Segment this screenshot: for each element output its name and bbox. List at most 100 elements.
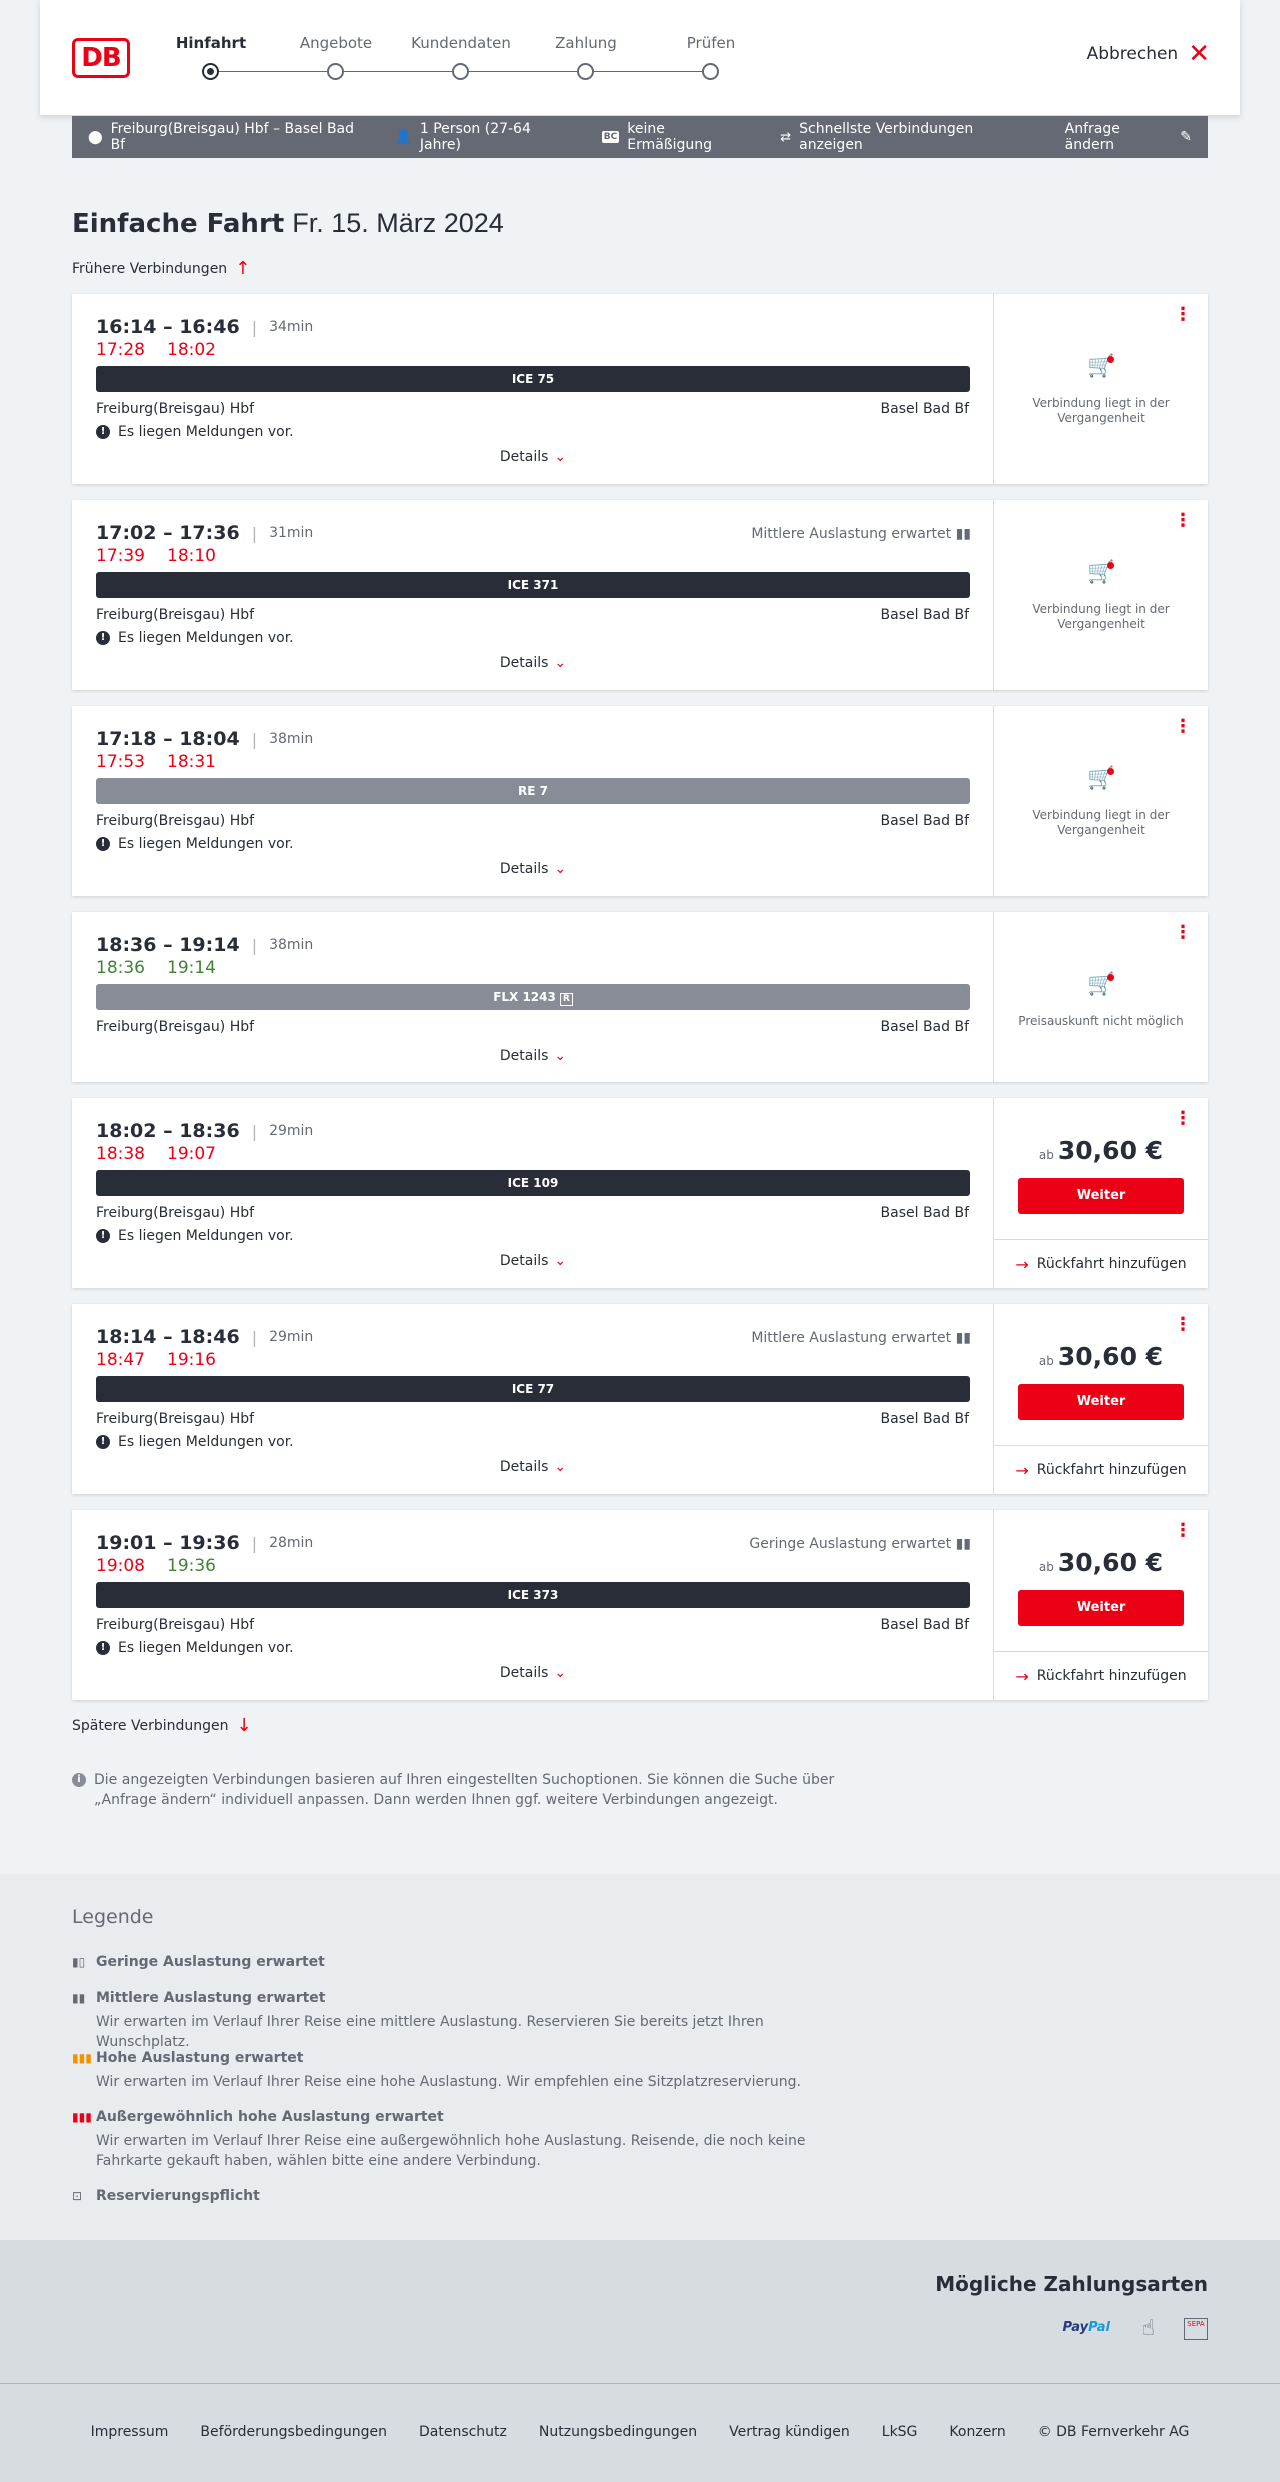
- add-return-trip-button[interactable]: → Rückfahrt hinzufügen: [994, 1445, 1208, 1494]
- very-high-load-icon: ▮▮▮: [72, 2110, 92, 2124]
- change-request-button[interactable]: Anfrage ändern ✎: [1065, 121, 1192, 153]
- medium-load-icon: ▮▮: [72, 1991, 86, 2005]
- realtime-arrival: 18:10: [167, 546, 216, 566]
- duration: 28min: [269, 1535, 314, 1551]
- footer-link[interactable]: Konzern: [949, 2424, 1005, 2440]
- connection-main: 19:01 – 19:36 | 28min 19:08 19:36 Geringe A…: [72, 1510, 994, 1700]
- footer-link[interactable]: LkSG: [882, 2424, 918, 2440]
- connection-main: 17:18 – 18:04 | 38min 17:53 18:31 RE 7 Frei…: [72, 706, 994, 896]
- footer-link[interactable]: Vertrag kündigen: [729, 2424, 850, 2440]
- train-bar[interactable]: ICE 373: [96, 1582, 970, 1608]
- location-pin-icon: ⬤: [88, 129, 103, 145]
- details-toggle[interactable]: Details ⌄: [72, 1253, 994, 1269]
- arrow-right-icon: →: [1015, 1666, 1029, 1686]
- connection-main: 18:14 – 18:46 | 29min 18:47 19:16 Mittlere …: [72, 1304, 994, 1494]
- connection-card[interactable]: 17:18 – 18:04 | 38min 17:53 18:31 RE 7 Frei…: [72, 706, 1208, 896]
- occupancy-indicator: Mittlere Auslastung erwartet ▮▮: [751, 526, 971, 542]
- header: DB Hinfahrt Angebote Kundendaten Zahlung…: [40, 0, 1240, 115]
- connection-times: 18:14 – 18:46 | 29min: [96, 1326, 314, 1348]
- step-zahlung: Zahlung: [555, 34, 617, 52]
- connection-card[interactable]: 18:36 – 19:14 | 38min 18:36 19:14 FLX 1243 R…: [72, 912, 1208, 1082]
- details-toggle[interactable]: Details ⌄: [72, 861, 994, 877]
- chevron-down-icon: ⌄: [554, 1253, 567, 1269]
- legend-item-low: ▮▯ Geringe Auslastung erwartet: [72, 1954, 852, 1970]
- connection-card[interactable]: 16:14 – 16:46 | 34min 17:28 18:02 ICE 75 Fr…: [72, 294, 1208, 484]
- arrival-station: Basel Bad Bf: [880, 1411, 969, 1427]
- details-toggle[interactable]: Details ⌄: [72, 655, 994, 671]
- cart-disabled-icon: 🛒: [1086, 766, 1116, 796]
- train-bar[interactable]: ICE 75: [96, 366, 970, 392]
- train-bar[interactable]: FLX 1243 R: [96, 984, 970, 1010]
- connection-card[interactable]: 19:01 – 19:36 | 28min 19:08 19:36 Geringe A…: [72, 1510, 1208, 1700]
- arrival-station: Basel Bad Bf: [880, 607, 969, 623]
- realtime-arrival: 19:07: [167, 1144, 216, 1164]
- arrival-station: Basel Bad Bf: [880, 1205, 969, 1221]
- step-dot-hinfahrt: [202, 63, 219, 80]
- price: ab 30,60 €: [1038, 1548, 1164, 1577]
- sepa-icon: SEPA: [1184, 2318, 1208, 2340]
- warning-icon: !: [96, 1641, 110, 1655]
- footer-link[interactable]: Nutzungsbedingungen: [539, 2424, 697, 2440]
- details-toggle[interactable]: Details ⌄: [72, 1459, 994, 1475]
- occupancy-indicator: Geringe Auslastung erwartet ▮▮: [749, 1536, 971, 1552]
- duration: 38min: [269, 937, 314, 953]
- legend-item-desc: Wir erwarten im Verlauf Ihrer Reise eine…: [96, 2133, 806, 2169]
- train-bar[interactable]: RE 7: [96, 778, 970, 804]
- duration: 31min: [269, 525, 314, 541]
- unavailable-text: Preisauskunft nicht möglich: [1018, 1014, 1184, 1028]
- train-bar[interactable]: ICE 371: [96, 572, 970, 598]
- departure-station: Freiburg(Breisgau) Hbf: [96, 1617, 255, 1633]
- departure-station: Freiburg(Breisgau) Hbf: [96, 1019, 255, 1035]
- add-return-trip-button[interactable]: → Rückfahrt hinzufügen: [994, 1651, 1208, 1700]
- more-options-icon[interactable]: ⋮: [1174, 718, 1192, 736]
- more-options-icon[interactable]: ⋮: [1174, 512, 1192, 530]
- details-toggle[interactable]: Details ⌄: [72, 449, 994, 465]
- offer-panel: ⋮ 🛒 Verbindung liegt in der Vergangenhei…: [994, 294, 1208, 484]
- legend-section: Legende ▮▯ Geringe Auslastung erwartet ▮▮…: [0, 1874, 1280, 2240]
- realtime-arrival: 19:36: [167, 1556, 216, 1576]
- earlier-connections-link[interactable]: Frühere Verbindungen ↑: [72, 258, 250, 279]
- connection-times: 16:14 – 16:46 | 34min: [96, 316, 314, 338]
- later-connections-link[interactable]: Spätere Verbindungen ↓: [72, 1715, 252, 1736]
- chevron-down-icon: ⌄: [554, 1665, 567, 1681]
- details-toggle[interactable]: Details ⌄: [72, 1048, 994, 1064]
- cancel-button[interactable]: Abbrechen ✕: [1086, 41, 1210, 67]
- legend-item-title: Hohe Auslastung erwartet: [96, 2050, 304, 2066]
- step-dot-kundendaten: [452, 63, 469, 80]
- paypal-logo: PayPal: [1062, 2320, 1110, 2335]
- reservation-icon: ⊡: [72, 2189, 83, 2203]
- train-bar[interactable]: ICE 109: [96, 1170, 970, 1196]
- realtime-times: 17:39 18:10: [96, 546, 216, 566]
- more-options-icon[interactable]: ⋮: [1174, 1110, 1192, 1128]
- warning-icon: !: [96, 837, 110, 851]
- connection-card[interactable]: 17:02 – 17:36 | 31min 17:39 18:10 Mittlere …: [72, 500, 1208, 690]
- more-options-icon[interactable]: ⋮: [1174, 306, 1192, 324]
- travel-date: Fr. 15. März 2024: [292, 208, 504, 238]
- step-hinfahrt: Hinfahrt: [175, 34, 247, 52]
- footer-link[interactable]: Beförderungsbedingungen: [200, 2424, 387, 2440]
- more-options-icon[interactable]: ⋮: [1174, 1316, 1192, 1334]
- connection-card[interactable]: 18:02 – 18:36 | 29min 18:38 19:07 ICE 109 F…: [72, 1098, 1208, 1288]
- details-toggle[interactable]: Details ⌄: [72, 1665, 994, 1681]
- continue-button[interactable]: Weiter: [1018, 1384, 1184, 1420]
- db-logo[interactable]: DB: [72, 38, 130, 78]
- footer-link[interactable]: Impressum: [91, 2424, 169, 2440]
- disruption-message: ! Es liegen Meldungen vor.: [96, 630, 294, 646]
- add-return-trip-button[interactable]: → Rückfahrt hinzufügen: [994, 1239, 1208, 1288]
- payment-title: Mögliche Zahlungsarten: [935, 2272, 1208, 2296]
- more-options-icon[interactable]: ⋮: [1174, 1522, 1192, 1540]
- arrow-down-icon: ↓: [236, 1715, 252, 1736]
- continue-button[interactable]: Weiter: [1018, 1590, 1184, 1626]
- realtime-arrival: 18:02: [167, 340, 216, 360]
- train-bar[interactable]: ICE 77: [96, 1376, 970, 1402]
- more-options-icon[interactable]: ⋮: [1174, 924, 1192, 942]
- continue-button[interactable]: Weiter: [1018, 1178, 1184, 1214]
- cancel-label: Abbrechen: [1086, 44, 1179, 64]
- connection-card[interactable]: 18:14 – 18:46 | 29min 18:47 19:16 Mittlere …: [72, 1304, 1208, 1494]
- realtime-arrival: 18:31: [167, 752, 216, 772]
- footer-link[interactable]: Datenschutz: [419, 2424, 507, 2440]
- change-request-label: Anfrage ändern: [1064, 121, 1120, 153]
- payment-methods-section: Mögliche Zahlungsarten PayPal ☝ SEPA: [0, 2240, 1280, 2383]
- step-dot-pruefen: [702, 63, 719, 80]
- chevron-down-icon: ⌄: [554, 655, 567, 671]
